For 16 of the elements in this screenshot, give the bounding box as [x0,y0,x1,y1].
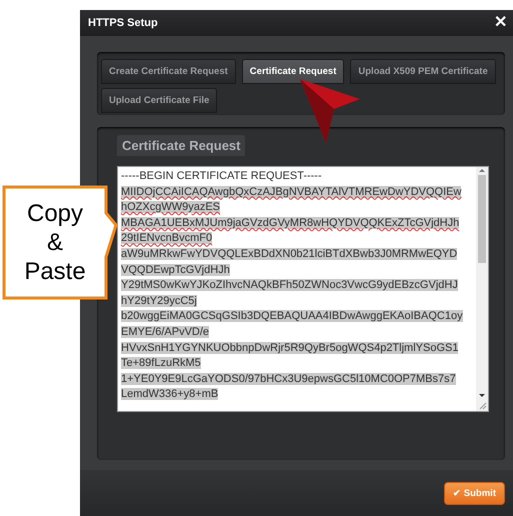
callout-text: & [46,228,63,257]
submit-button[interactable]: ✔ Submit [444,482,505,504]
tab[interactable]: Create Certificate Request [101,59,236,84]
scrollbar[interactable] [476,167,488,411]
tab[interactable]: Upload X509 PEM Certificate [350,59,496,84]
tab[interactable]: Upload Certificate File [101,88,218,113]
close-button[interactable]: ✕ [492,15,509,31]
certificate-text-line: -----BEGIN CERTIFICATE REQUEST----- [121,170,322,182]
panel-title: Certificate Request [117,135,246,156]
certificate-text-area[interactable] [117,166,489,412]
tab[interactable]: Certificate Request [242,59,344,84]
callout-text: Copy [26,199,84,228]
resize-grip-icon[interactable] [479,402,487,410]
window-title: HTTPS Setup [88,17,158,29]
callout-text: Paste [24,257,86,286]
arrow-pointer-drawing [300,79,362,145]
